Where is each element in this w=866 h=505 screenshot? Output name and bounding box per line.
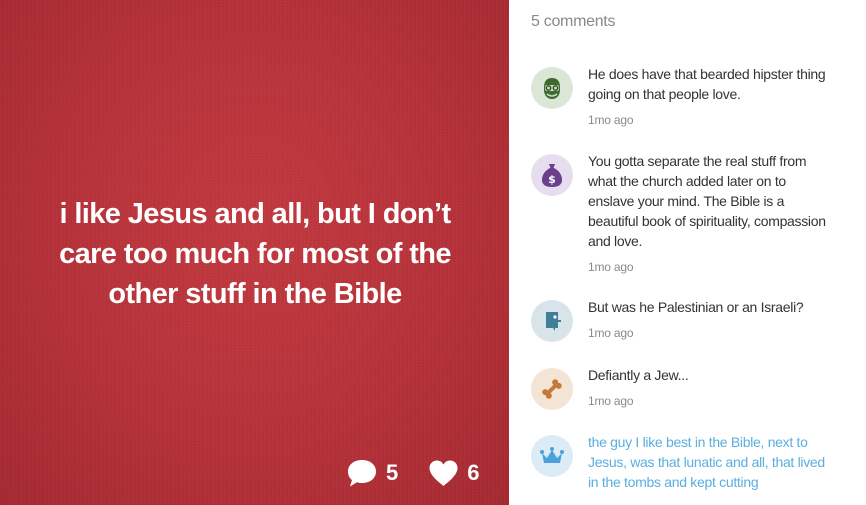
hearts-count: 6 (467, 460, 480, 485)
speech-bubble-icon (348, 460, 376, 487)
comment-text: He does have that bearded hipster thing … (588, 66, 826, 102)
blue-creature-icon (546, 312, 561, 331)
comment-body: He does have that bearded hipster thing … (588, 64, 828, 130)
comment-body: You gotta separate the real stuff from w… (588, 151, 828, 277)
comment-body: But was he Palestinian or an Israeli? 1m… (588, 297, 828, 343)
comment-avatar (531, 368, 573, 410)
comments-count: 5 comments (531, 13, 616, 30)
svg-text:$: $ (548, 173, 556, 186)
secret-card: i like Jesus and all, but I don’t care t… (0, 0, 509, 505)
comment-avatar: $ (531, 154, 573, 196)
comment-text[interactable]: the guy I like best in the Bible, next t… (588, 434, 825, 490)
comment-time: 1mo ago (588, 394, 634, 408)
comment-time: 1mo ago (588, 260, 634, 274)
comment-text: Defiantly a Jew... (588, 367, 689, 383)
hearts-stat[interactable]: 6 (428, 459, 480, 487)
replies-stat[interactable]: 5 (346, 458, 398, 488)
replies-count: 5 (386, 460, 399, 485)
comment-body: Defiantly a Jew... 1mo ago (588, 365, 828, 411)
comment-body: the guy I like best in the Bible, next t… (588, 432, 828, 492)
secret-stats: 5 6 (346, 456, 480, 490)
comment-text: You gotta separate the real stuff from w… (588, 153, 826, 249)
comment-time: 1mo ago (588, 326, 634, 340)
heart-icon (429, 460, 458, 486)
comment-time: 1mo ago (588, 113, 634, 127)
hipster-face-icon (544, 78, 560, 99)
crown-icon (540, 447, 564, 463)
comment-text: But was he Palestinian or an Israeli? (588, 299, 804, 315)
bone-icon (542, 379, 562, 399)
comment-avatar (531, 67, 573, 109)
money-bag-icon: $ (542, 164, 562, 187)
comment-avatar (531, 435, 573, 477)
secret-text: i like Jesus and all, but I don’t care t… (59, 198, 451, 310)
comment-avatar (531, 300, 573, 342)
comments-panel[interactable]: 5 comments He does have that bearded hip… (509, 0, 866, 505)
